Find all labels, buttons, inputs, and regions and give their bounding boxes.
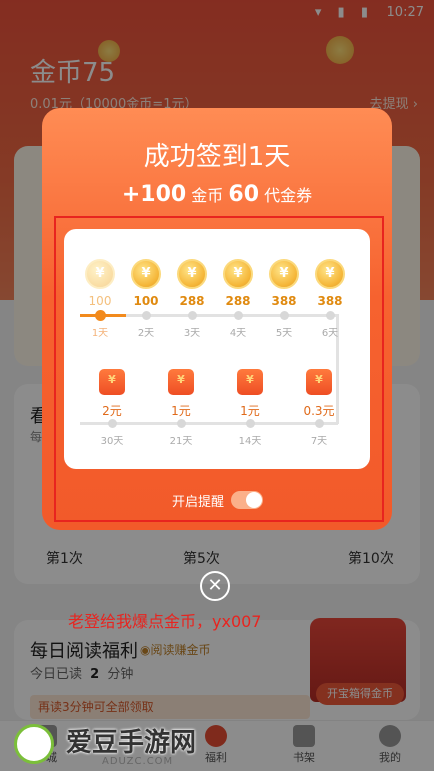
- reward-coupons: 60: [228, 182, 260, 207]
- coupon-amount: 0.3元: [303, 404, 335, 418]
- coin-amount: 288: [179, 294, 205, 308]
- coin-icon: ¥: [85, 259, 115, 289]
- coupon-icon: [99, 369, 125, 395]
- reminder-label: 开启提醒: [172, 495, 225, 510]
- progress-dot: [279, 311, 289, 320]
- coin-amount: 100: [88, 294, 112, 308]
- day-label: 14天: [238, 436, 262, 447]
- toggle-knob: [246, 492, 262, 508]
- coin-icon: ¥: [269, 259, 299, 289]
- watermark-name: 爱豆手游网: [66, 728, 197, 758]
- day-label: 2天: [137, 328, 155, 339]
- modal-reward: +100 金币 60 代金券: [0, 182, 434, 207]
- reward-coins: +100: [121, 182, 187, 207]
- progress-track-bottom: [80, 422, 338, 425]
- coin-amount: 100: [133, 294, 159, 308]
- close-icon[interactable]: ✕: [200, 571, 230, 601]
- coupon-amount: 1元: [240, 404, 260, 418]
- coupon-icon: [168, 369, 194, 395]
- progress-dot: [94, 310, 106, 321]
- progress-dot: [107, 419, 117, 428]
- progress-dot: [233, 311, 243, 320]
- coupon-icon: [306, 369, 332, 395]
- progress-dot: [325, 311, 335, 320]
- day-label: 3天: [183, 328, 201, 339]
- day-label: 30天: [100, 436, 124, 447]
- day-label: 1天: [91, 328, 109, 339]
- coin-icon: ¥: [131, 259, 161, 289]
- modal-title: 成功签到1天: [143, 142, 291, 172]
- progress-dot: [176, 419, 186, 428]
- coin-icon: ¥: [223, 259, 253, 289]
- day-label: 21天: [169, 436, 193, 447]
- reminder-toggle[interactable]: [231, 491, 263, 509]
- progress-dot: [245, 419, 255, 428]
- day-label: 6天: [321, 328, 339, 339]
- coupon-amount: 1元: [171, 404, 191, 418]
- progress-dot: [141, 311, 151, 320]
- watermark: 爱豆手游网 ADUZC.COM: [6, 718, 246, 768]
- coin-amount: 388: [271, 294, 297, 308]
- day-label: 4天: [229, 328, 247, 339]
- coin-amount: 288: [225, 294, 251, 308]
- progress-dot: [187, 311, 197, 320]
- coin-icon: ¥: [315, 259, 345, 289]
- reward-coin-word: 金币: [191, 186, 224, 205]
- watermark-url: ADUZC.COM: [102, 756, 174, 767]
- promo-text: 老登给我爆点金币，yx007: [68, 612, 262, 631]
- day-label: 7天: [310, 436, 328, 447]
- progress-dot: [314, 419, 324, 428]
- day-label: 5天: [275, 328, 293, 339]
- coin-icon: ¥: [177, 259, 207, 289]
- coupon-icon: [237, 369, 263, 395]
- coin-amount: 388: [317, 294, 343, 308]
- reward-coupon-word: 代金券: [264, 186, 313, 205]
- watermark-logo-icon: [14, 724, 54, 764]
- coupon-amount: 2元: [102, 404, 122, 418]
